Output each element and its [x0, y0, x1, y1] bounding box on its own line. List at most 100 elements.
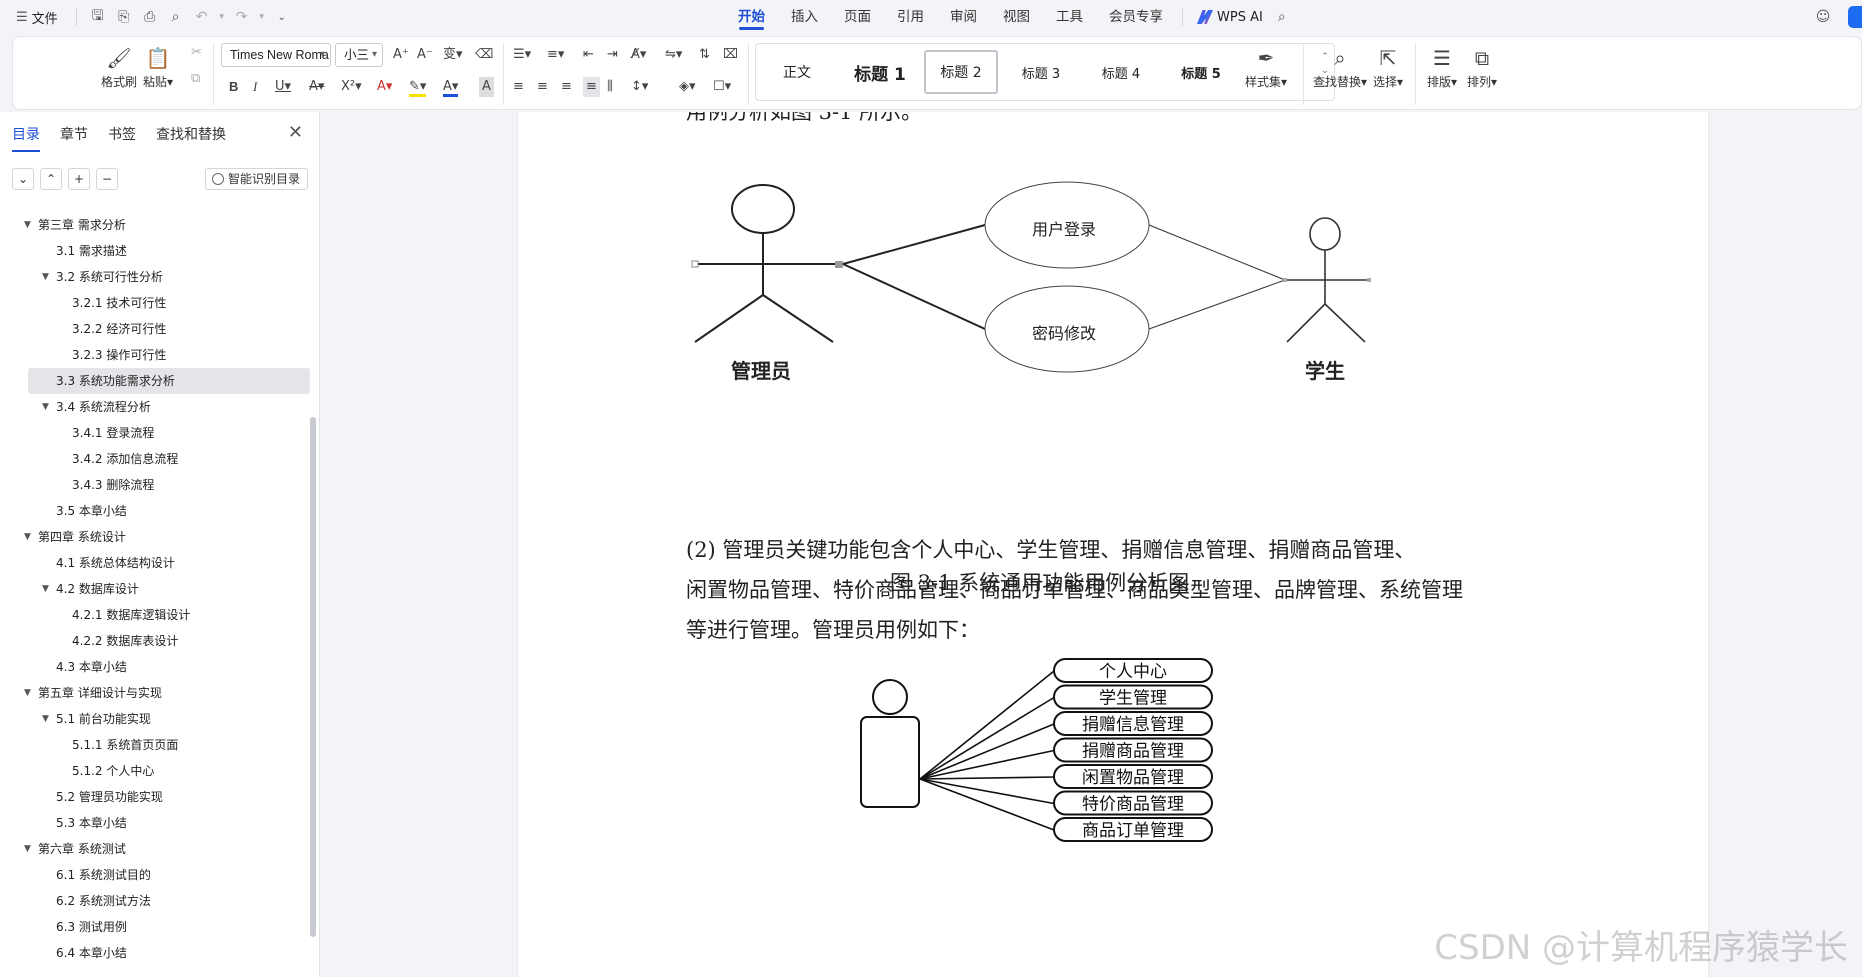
style-heading-4[interactable]: 标题 4 [1084, 50, 1158, 94]
style-heading-2[interactable]: 标题 2 [924, 50, 998, 94]
toc-item[interactable]: 5.1.2 个人中心 [0, 758, 320, 784]
toc-item[interactable]: 3.3 系统功能需求分析 [28, 368, 310, 394]
char-shading-icon[interactable]: A [479, 77, 494, 97]
file-menu[interactable]: ☰ 文件 [8, 8, 66, 27]
superscript-icon[interactable]: X²▾ [341, 77, 362, 97]
bullets-icon[interactable]: ☰▾ [513, 45, 531, 65]
style-heading-5[interactable]: 标题 5 [1164, 50, 1238, 94]
line-spacing-icon[interactable]: ↕▾ [631, 77, 648, 97]
bold-icon[interactable]: B [229, 77, 238, 97]
expand-arrow-icon[interactable]: ▼ [42, 576, 49, 602]
toc-item[interactable]: 3.5 本章小结 [0, 498, 320, 524]
toc-item[interactable]: 6.2 系统测试方法 [0, 888, 320, 914]
undo-icon[interactable]: ↶ [191, 6, 213, 28]
grow-font-icon[interactable]: A⁺ [393, 45, 409, 65]
tab-toc[interactable]: 目录 [12, 124, 40, 152]
redo-icon[interactable]: ↷ [231, 6, 253, 28]
toc-item[interactable]: 3.2.1 技术可行性 [0, 290, 320, 316]
shrink-font-icon[interactable]: A⁻ [417, 45, 433, 65]
align-left-icon[interactable]: ≡ [513, 77, 524, 97]
tab-find-replace[interactable]: 查找和替换 [156, 124, 226, 144]
sort-icon[interactable]: ⇅ [699, 45, 710, 65]
customize-dropdown-icon[interactable]: ⌄ [271, 6, 293, 28]
toc-item[interactable]: 3.4.3 删除流程 [0, 472, 320, 498]
toc-item[interactable]: ▼ 3.2 系统可行性分析 [0, 264, 320, 290]
strikethrough-icon[interactable]: A▾ [309, 77, 324, 97]
style-set-button[interactable]: ✒ 样式集▾ [1245, 43, 1287, 90]
print-icon[interactable]: ⎙ [139, 6, 161, 28]
toc-item[interactable]: 3.4.1 登录流程 [0, 420, 320, 446]
decrease-indent-icon[interactable]: ⇤ [583, 45, 594, 65]
text-effect-icon[interactable]: A▾ [377, 77, 392, 97]
add-heading-button[interactable]: + [68, 168, 90, 190]
copy-icon[interactable]: ⧉ [191, 69, 200, 89]
account-chip[interactable] [1848, 6, 1862, 28]
expand-arrow-icon[interactable]: ▼ [24, 212, 31, 238]
expand-arrow-icon[interactable]: ▼ [42, 706, 49, 732]
font-color-icon[interactable]: A▾ [443, 77, 459, 97]
toc-item[interactable]: 6.1 系统测试目的 [0, 862, 320, 888]
toc-item[interactable]: ▼ 第三章 需求分析 [0, 212, 320, 238]
redo-dropdown-icon[interactable]: ▾ [257, 6, 267, 28]
print-preview-icon[interactable]: ⌕ [165, 6, 187, 28]
numbering-icon[interactable]: ≡▾ [547, 45, 564, 65]
align-right-icon[interactable]: ≡ [561, 77, 572, 97]
italic-icon[interactable]: I [253, 77, 257, 97]
tab-tools[interactable]: 工具 [1043, 0, 1096, 34]
close-icon[interactable]: ✕ [288, 122, 303, 143]
tab-home[interactable]: 开始 [725, 0, 778, 34]
toc-item[interactable]: ▼ 4.2 数据库设计 [0, 576, 320, 602]
toc-item[interactable]: 4.3 本章小结 [0, 654, 320, 680]
toc-item[interactable]: ▼ 第四章 系统设计 [0, 524, 320, 550]
expand-arrow-icon[interactable]: ▼ [42, 394, 49, 420]
style-normal[interactable]: 正文 [760, 50, 834, 94]
toc-item[interactable]: 5.1.1 系统首页页面 [0, 732, 320, 758]
collapse-up-button[interactable]: ⌃ [40, 168, 62, 190]
toc-item[interactable]: 4.2.1 数据库逻辑设计 [0, 602, 320, 628]
tab-page[interactable]: 页面 [831, 0, 884, 34]
toc-item[interactable]: 3.4.2 添加信息流程 [0, 446, 320, 472]
show-marks-icon[interactable]: ⌧ [723, 45, 738, 65]
increase-indent-icon[interactable]: ⇥ [607, 45, 618, 65]
expand-arrow-icon[interactable]: ▼ [24, 836, 31, 862]
search-icon[interactable]: ⌕ [1271, 6, 1293, 28]
chinese-layout-icon[interactable]: ⇋▾ [665, 45, 682, 65]
tab-chapters[interactable]: 章节 [60, 124, 88, 144]
font-name-select[interactable]: Times New Roma ▾ [221, 43, 331, 67]
highlight-icon[interactable]: ✎▾ [409, 77, 427, 97]
tab-member[interactable]: 会员专享 [1096, 0, 1176, 34]
phonetic-guide-icon[interactable]: 变▾ [443, 45, 463, 65]
shading-icon[interactable]: ◈▾ [679, 77, 696, 97]
toc-item[interactable]: 4.1 系统总体结构设计 [0, 550, 320, 576]
toc-item[interactable]: 5.3 本章小结 [0, 810, 320, 836]
format-painter-button[interactable]: 🖌 格式刷 [101, 43, 137, 90]
tab-insert[interactable]: 插入 [778, 0, 831, 34]
borders-icon[interactable]: ☐▾ [713, 77, 731, 97]
toc-item[interactable]: ▼ 3.4 系统流程分析 [0, 394, 320, 420]
font-size-select[interactable]: 小三 ▾ [335, 43, 383, 67]
toc-item[interactable]: 3.2.3 操作可行性 [0, 342, 320, 368]
toc-item[interactable]: 6.4 本章小结 [0, 940, 320, 966]
distribute-icon[interactable]: ⫼ [607, 77, 613, 97]
save-icon[interactable]: 🖫 [87, 6, 109, 28]
share-icon[interactable]: ⎘ [113, 6, 135, 28]
select-button[interactable]: ⇱ 选择▾ [1373, 43, 1403, 90]
toc-item[interactable]: 5.2 管理员功能实现 [0, 784, 320, 810]
find-replace-button[interactable]: ⌕ 查找替换▾ [1313, 43, 1367, 90]
expand-down-button[interactable]: ⌄ [12, 168, 34, 190]
comment-icon[interactable]: ☺ [1812, 6, 1834, 28]
tab-view[interactable]: 视图 [990, 0, 1043, 34]
align-center-icon[interactable]: ≡ [537, 77, 548, 97]
tab-references[interactable]: 引用 [884, 0, 937, 34]
toc-item[interactable]: 3.2.2 经济可行性 [0, 316, 320, 342]
arrange-button[interactable]: ⧉ 排列▾ [1467, 43, 1497, 90]
toc-item[interactable]: ▼ 第六章 系统测试 [0, 836, 320, 862]
style-heading-3[interactable]: 标题 3 [1004, 50, 1078, 94]
layout-button[interactable]: ☰ 排版▾ [1427, 43, 1457, 90]
toc-item[interactable]: ▼ 5.1 前台功能实现 [0, 706, 320, 732]
expand-arrow-icon[interactable]: ▼ [42, 264, 49, 290]
clear-format-icon[interactable]: ⌫ [475, 45, 493, 65]
toc-item[interactable]: 3.1 需求描述 [0, 238, 320, 264]
tab-bookmarks[interactable]: 书签 [108, 124, 136, 144]
toc-item[interactable]: ▼ 第五章 详细设计与实现 [0, 680, 320, 706]
